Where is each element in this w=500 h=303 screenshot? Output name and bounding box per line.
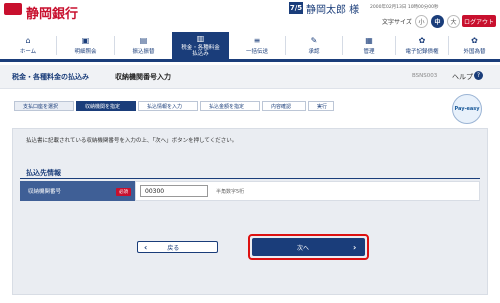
help-link[interactable]: ヘルプ — [452, 72, 473, 82]
field-hint: 半角数字5桁 — [216, 189, 245, 195]
nav-approval[interactable]: ✎ 承認 — [286, 32, 342, 59]
chevron-right-icon: › — [353, 242, 357, 252]
step-enter-info: 払込情報を入力 — [138, 101, 198, 111]
section-divider — [20, 178, 480, 179]
help-icon[interactable]: ? — [474, 71, 483, 80]
nav-forex[interactable]: ✿ 外国為替 — [449, 32, 500, 59]
font-size-large-button[interactable]: 大 — [447, 15, 460, 28]
home-icon: ⌂ — [25, 36, 31, 45]
bank-logo-icon — [4, 3, 22, 15]
required-badge: 必須 — [116, 188, 131, 196]
page-title: 収納機関番号入力 — [115, 73, 171, 81]
step-specify-amount: 払込金額を指定 — [200, 101, 260, 111]
approve-icon: ✎ — [310, 36, 318, 45]
chevron-left-icon: ‹ — [144, 242, 148, 252]
user-name: 静岡太郎 様 — [306, 5, 360, 16]
nav-statement[interactable]: ▣ 明細照会 — [57, 32, 114, 59]
payeasy-logo-icon: Pay-easy — [452, 94, 482, 124]
step-select-account: 支払口座を選択 — [14, 101, 74, 111]
list-icon: ≡ — [253, 36, 261, 45]
transfer-icon: ▤ — [139, 36, 148, 45]
page-category: 税金・各種料金の払込み — [12, 73, 89, 81]
nav-admin[interactable]: ▦ 管理 — [343, 32, 395, 59]
bank-name: 静岡銀行 — [26, 7, 79, 22]
instruction-text: 払込書に記載されている収納機関番号を入力の上、「次へ」ボタンを押してください。 — [26, 138, 238, 144]
login-time: 2000年02月13日 10時00分00秒 — [370, 5, 439, 10]
font-size-label: 文字サイズ — [382, 19, 412, 26]
document-icon: ▣ — [81, 36, 90, 45]
screen-code: BSNS003 — [412, 73, 438, 79]
agency-number-input[interactable] — [140, 185, 208, 197]
main-panel — [12, 128, 488, 295]
nav-e-receivables[interactable]: ✿ 電子記録債権 — [396, 32, 448, 59]
back-button[interactable]: ‹ 戻る — [137, 241, 218, 253]
global-nav: ⌂ ホーム ▣ 明細照会 ▤ 振込振替 ▥ 税金・各種料金 払込み ≡ 一括伝送 ✎ 承認 … — [0, 32, 500, 62]
step-execute: 実行 — [308, 101, 334, 111]
receivables-icon: ✿ — [418, 36, 426, 45]
step-confirm: 内容確認 — [262, 101, 306, 111]
font-size-medium-button[interactable]: 中 — [431, 15, 444, 28]
font-size-small-button[interactable]: 小 — [415, 15, 428, 28]
admin-icon: ▦ — [365, 36, 373, 45]
logout-button[interactable]: ログアウト — [462, 15, 496, 27]
nav-transfer[interactable]: ▤ 振込振替 — [115, 32, 172, 59]
nav-home[interactable]: ⌂ ホーム — [0, 32, 56, 59]
section-title: 払込先情報 — [26, 169, 61, 177]
user-badge: 7/5 — [289, 2, 303, 14]
forex-icon: ✿ — [471, 36, 478, 45]
payment-icon: ▥ — [196, 34, 205, 43]
step-specify-agency: 収納機関を指定 — [76, 101, 136, 111]
next-button[interactable]: 次へ › — [252, 238, 365, 256]
nav-tax-payment[interactable]: ▥ 税金・各種料金 払込み — [172, 32, 229, 59]
nav-bulk-transfer[interactable]: ≡ 一括伝送 — [229, 32, 285, 59]
